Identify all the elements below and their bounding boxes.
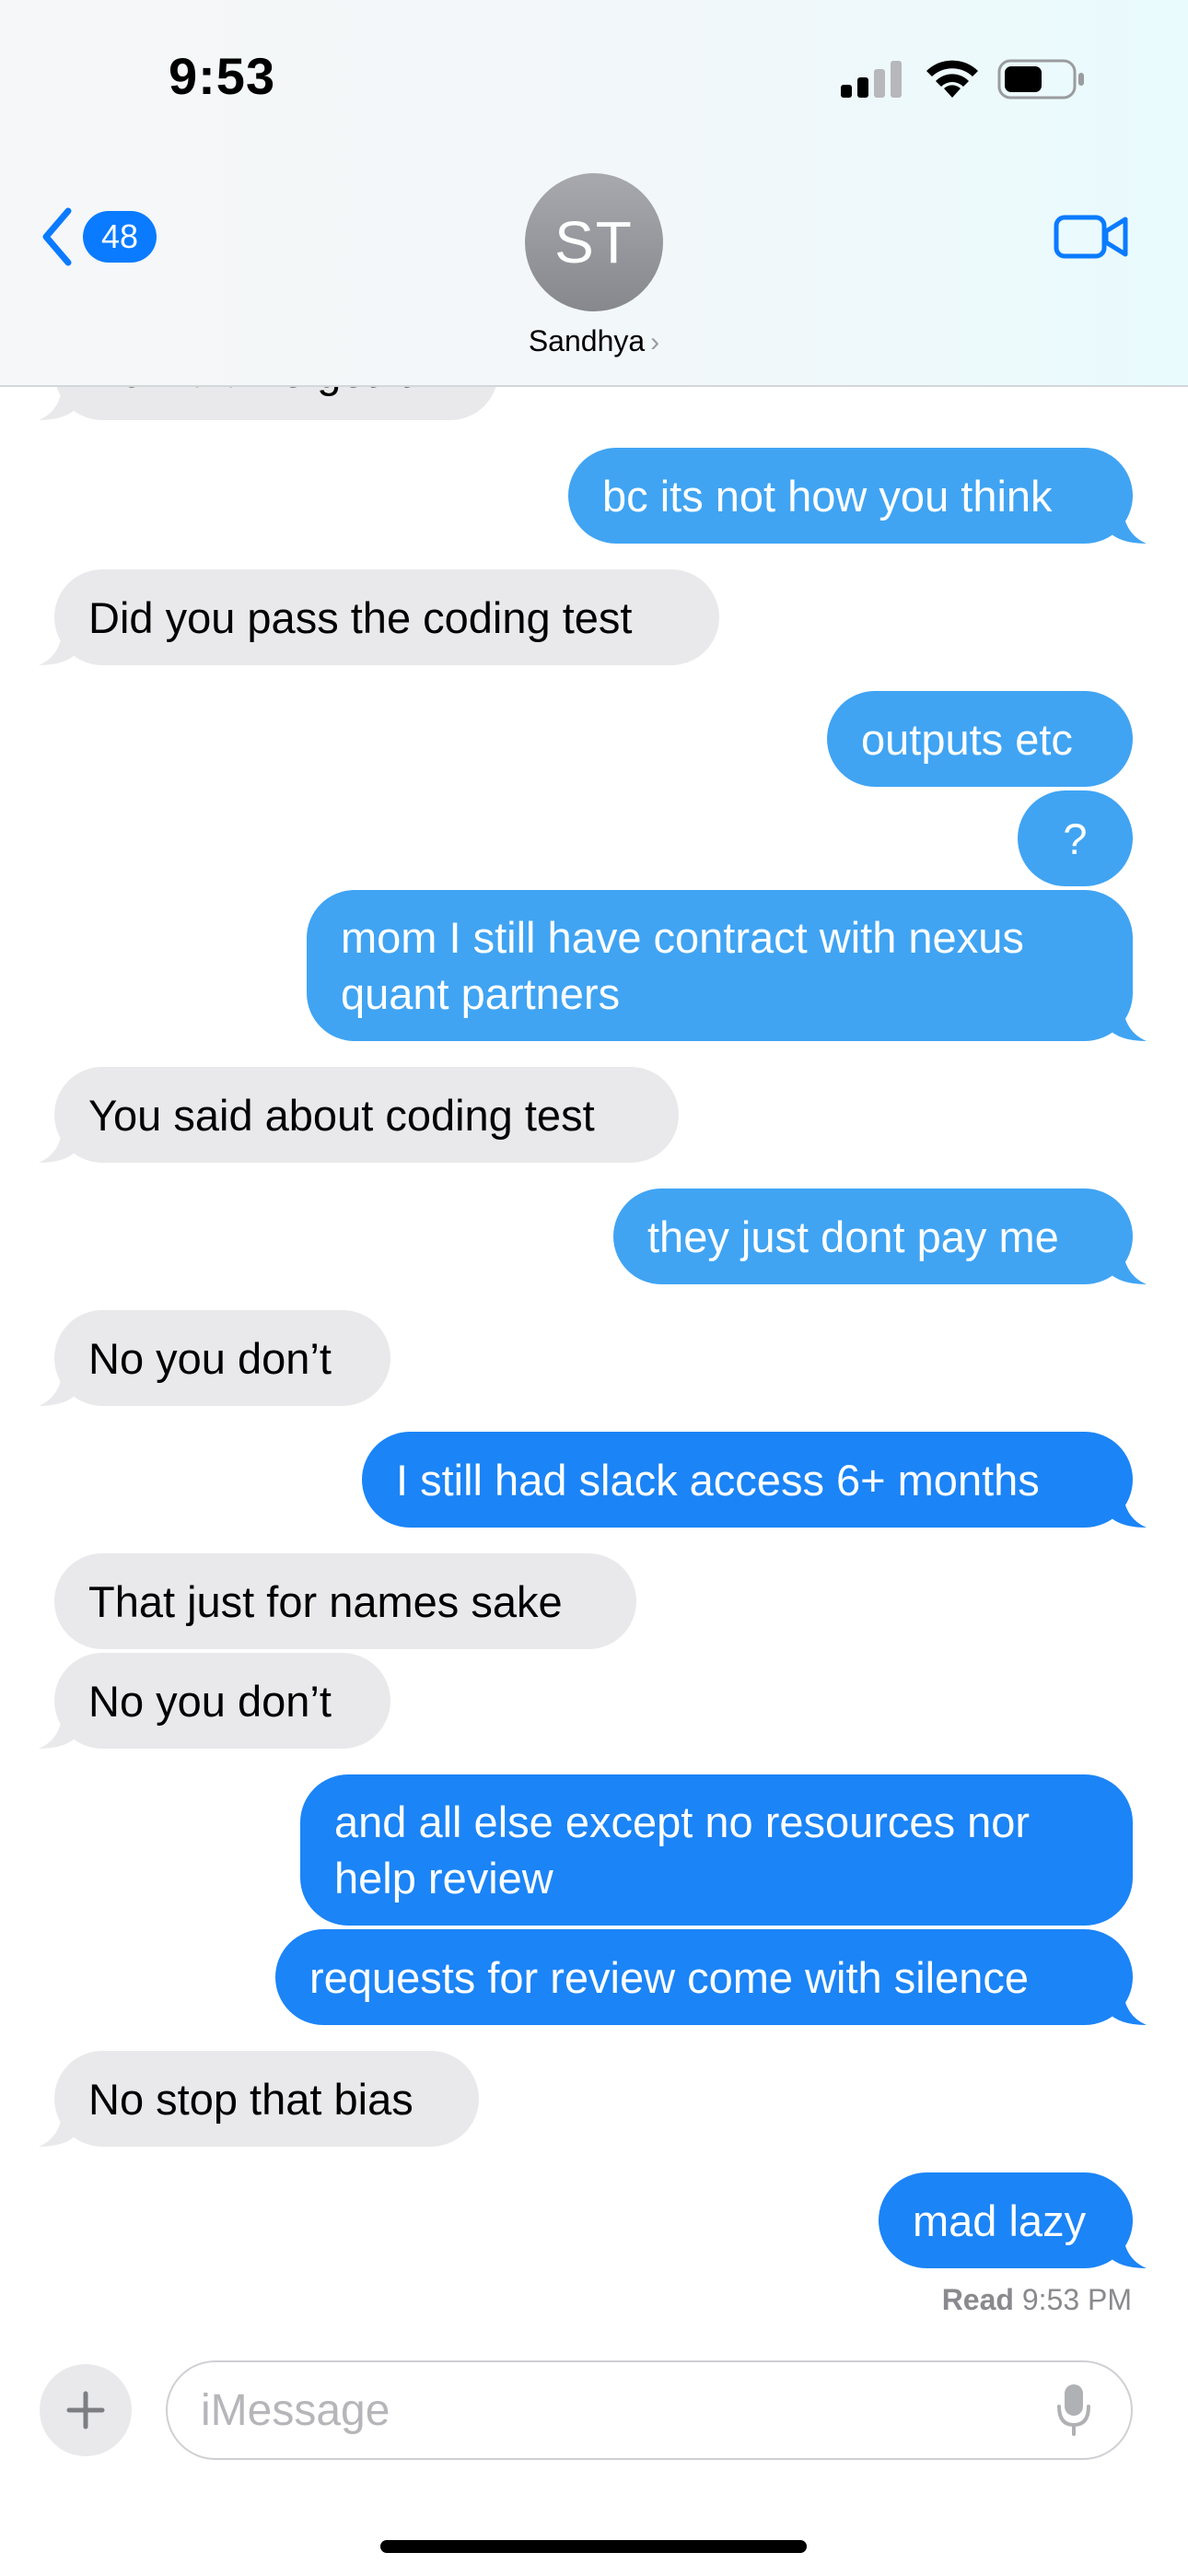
contact-name[interactable]: Sandhya › [479,324,709,358]
message-text: No you don’t [88,1333,332,1383]
message-bubble-sent[interactable]: bc its not how you think [568,448,1133,544]
bubble-tail [39,1712,77,1749]
message-bubble-sent[interactable]: ? [1018,790,1133,886]
message-input[interactable]: iMessage [166,2360,1133,2460]
message-text: No you don’t [88,1676,332,1726]
bubble-tail [1108,2231,1147,2268]
message-text: and all else except no resources nor hel… [334,1797,1031,1903]
bubble-tail [39,2110,77,2147]
message-text: outputs etc [861,714,1073,764]
message-bubble-sent[interactable]: they just dont pay me [613,1188,1133,1284]
message-text: requests for review come with silence [309,1952,1030,2002]
message-text: mom I still have contract with nexus qua… [341,913,1024,1018]
read-receipt-time: 9:53 PM [1021,2283,1132,2316]
unread-count-badge: 48 [83,211,157,263]
message-text: bc its not how you think [602,471,1053,521]
message-bubble-sent[interactable]: mad lazy [879,2172,1133,2268]
apps-plus-button[interactable] [40,2364,132,2456]
message-bubble-received[interactable]: You said about coding test [54,1067,679,1163]
bubble-tail [1108,507,1147,544]
bubble-tail [39,628,77,665]
message-bubble-received[interactable]: No you don’t [54,1310,390,1406]
message-bubble-received[interactable]: Did you pass the coding test [54,569,719,665]
bubble-tail [1108,1491,1147,1528]
read-receipt: Read 9:53 PM [942,2283,1132,2317]
bubble-tail [1108,1247,1147,1284]
chevron-left-icon [42,207,72,266]
plus-icon [66,2391,105,2430]
bubble-tail [1108,1004,1147,1041]
bubble-tail [39,1369,77,1406]
message-bubble-sent[interactable]: requests for review come with silence [275,1929,1133,2025]
message-bubble-received[interactable]: No you don’t [54,1653,390,1749]
message-text: That just for names sake [88,1576,563,1626]
message-text: You said about coding test [88,1090,595,1140]
message-bubble-sent[interactable]: and all else except no resources nor hel… [300,1774,1133,1926]
chevron-right-icon: › [650,327,660,357]
cellular-signal-icon [841,61,902,98]
message-bubble-received[interactable]: That just for names sake [54,1553,636,1649]
conversation-header: 9:53 48 ST Sandhya › [0,0,1188,387]
message-bubble-sent[interactable]: mom I still have contract with nexus qua… [307,890,1133,1041]
message-bubble-sent[interactable]: outputs etc [827,691,1133,787]
message-text: Did you pass the coding test [88,592,633,642]
message-text: I still had slack access 6+ months [396,1455,1040,1505]
message-text: ? [1063,814,1088,863]
message-text: mad lazy [913,2195,1087,2245]
message-input-placeholder: iMessage [201,2385,390,2435]
contact-name-label: Sandhya [528,324,646,357]
message-bubble-received[interactable]: No stop that bias [54,2051,479,2147]
read-receipt-label: Read [941,2283,1014,2316]
message-text: No stop that bias [88,2074,413,2124]
bubble-tail [1108,1988,1147,2025]
back-button[interactable]: 48 [41,205,169,269]
status-bar-time: 9:53 [169,47,276,105]
home-indicator [380,2540,807,2553]
message-bubble-sent[interactable]: I still had slack access 6+ months [362,1432,1133,1528]
battery-icon [997,59,1084,100]
bubble-tail [39,383,77,420]
video-camera-icon[interactable] [1054,212,1129,262]
microphone-icon[interactable] [1055,2383,1092,2438]
wifi-icon [926,60,978,98]
contact-avatar[interactable]: ST [525,173,663,311]
message-text: they just dont pay me [647,1212,1059,1261]
bubble-tail [39,1126,77,1163]
